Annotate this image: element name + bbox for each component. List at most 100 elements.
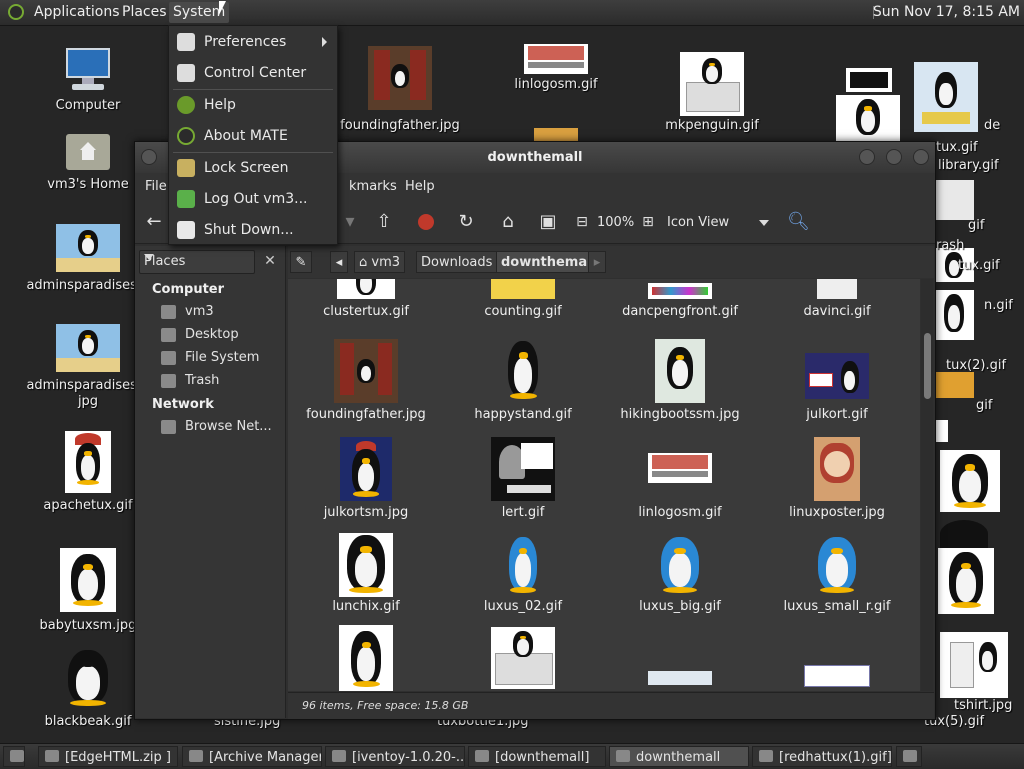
image-thumbnail[interactable] bbox=[846, 68, 892, 92]
zoom-in-icon[interactable]: ⊞ bbox=[637, 211, 659, 233]
show-desktop-button[interactable] bbox=[3, 746, 25, 767]
menu-item-about-mate[interactable]: About MATE bbox=[169, 122, 337, 150]
menu-help[interactable]: Help bbox=[405, 179, 435, 194]
desktop-label[interactable]: de bbox=[984, 118, 1000, 134]
archive-icon bbox=[332, 750, 346, 762]
applications-menu[interactable]: Applications bbox=[34, 4, 120, 20]
image-thumbnail[interactable] bbox=[934, 372, 974, 398]
task-downthemall-folder[interactable]: [downthemall] bbox=[468, 746, 606, 767]
menu-item-shut-down[interactable]: Shut Down... bbox=[169, 216, 337, 244]
file-item[interactable]: julkortsm.jpg bbox=[288, 437, 444, 520]
file-item[interactable]: julkort.gif bbox=[759, 353, 915, 422]
image-thumbnail[interactable] bbox=[940, 632, 1008, 698]
file-item[interactable]: foundingfather.jpg bbox=[288, 339, 444, 422]
places-combo[interactable]: Places bbox=[139, 250, 255, 274]
mate-logo-icon[interactable] bbox=[8, 4, 24, 20]
up-icon[interactable]: ⇧ bbox=[373, 211, 395, 233]
close-icon[interactable]: ✕ bbox=[259, 250, 281, 272]
workspace-icon bbox=[903, 750, 917, 762]
minimize-button[interactable] bbox=[859, 149, 875, 165]
file-icon-view[interactable]: clustertux.gif counting.gif dancpengfron… bbox=[288, 279, 920, 691]
file-item[interactable]: counting.gif bbox=[445, 279, 601, 319]
desktop-icon-foundingfather[interactable]: foundingfather.jpg bbox=[330, 46, 470, 134]
location-toggle-icon[interactable]: ✎ bbox=[290, 251, 312, 273]
task-archive-manager[interactable]: [Archive Manager] bbox=[182, 746, 322, 767]
desktop-label[interactable]: library.gif bbox=[938, 158, 999, 174]
file-item[interactable]: lert.gif bbox=[445, 437, 601, 520]
archive-icon bbox=[189, 750, 203, 762]
file-name: luxus_small_r.gif bbox=[783, 599, 891, 614]
chevron-down-icon[interactable]: ▾ bbox=[339, 211, 361, 233]
file-item[interactable]: luxus_small_r.gif bbox=[759, 533, 915, 614]
desktop-label[interactable]: rash bbox=[936, 238, 964, 254]
file-item[interactable]: linuxposter.jpg bbox=[759, 437, 915, 520]
image-thumbnail[interactable] bbox=[934, 290, 974, 340]
desktop-label[interactable]: n.gif bbox=[984, 298, 1013, 314]
menu-item-log-out[interactable]: Log Out vm3... bbox=[169, 185, 337, 213]
desktop-label[interactable]: gif bbox=[968, 218, 984, 234]
task-downthemall-active[interactable]: downthemall bbox=[609, 746, 749, 767]
image-thumbnail[interactable] bbox=[936, 420, 948, 442]
file-item[interactable]: clustertux.gif bbox=[288, 279, 444, 319]
menu-item-control-center[interactable]: Control Center bbox=[169, 59, 337, 87]
desktop-label[interactable]: gif bbox=[976, 398, 992, 414]
computer-icon[interactable]: ▣ bbox=[537, 211, 559, 233]
image-thumbnail[interactable] bbox=[914, 62, 978, 132]
vertical-scrollbar[interactable] bbox=[921, 279, 933, 691]
menu-item-help[interactable]: Help bbox=[169, 91, 337, 119]
logout-icon bbox=[177, 190, 195, 208]
maximize-button[interactable] bbox=[886, 149, 902, 165]
file-item[interactable]: happystand.gif bbox=[445, 339, 601, 422]
system-menu-dropdown: Preferences Control Center Help About MA… bbox=[168, 25, 338, 245]
desktop-icon-computer[interactable]: Computer bbox=[18, 46, 158, 114]
back-icon[interactable]: ← bbox=[143, 211, 165, 233]
scrollbar-thumb[interactable] bbox=[924, 333, 931, 399]
search-icon[interactable]: 🔍︎ bbox=[787, 211, 810, 233]
desktop-icon-mkpenguin[interactable]: mkpenguin.gif bbox=[642, 52, 782, 134]
file-item[interactable]: lunchix.gif bbox=[288, 533, 444, 614]
image-thumbnail[interactable] bbox=[938, 548, 994, 614]
task-redhattux[interactable]: [redhattux(1).gif] bbox=[752, 746, 892, 767]
clock[interactable]: Sun Nov 17, 8:15 AM bbox=[873, 4, 1020, 20]
sidebar-item-label: Trash bbox=[185, 373, 220, 388]
breadcrumb-downloads[interactable]: Downloads bbox=[416, 251, 498, 273]
image-thumbnail[interactable] bbox=[836, 95, 900, 143]
desktop-icon-linlogosm[interactable]: linlogosm.gif bbox=[486, 44, 626, 93]
task-edgehtml-zip[interactable]: [EdgeHTML.zip ] bbox=[38, 746, 178, 767]
zoom-out-icon[interactable]: ⊟ bbox=[571, 211, 593, 233]
chevron-down-icon[interactable] bbox=[759, 220, 769, 226]
file-item[interactable]: linlogosm.gif bbox=[602, 453, 758, 520]
desktop-label[interactable]: tux.gif bbox=[936, 140, 978, 156]
file-item[interactable] bbox=[602, 671, 758, 685]
path-right-arrow[interactable]: ▸ bbox=[588, 251, 606, 273]
desktop-label[interactable]: tux.gif bbox=[958, 258, 1000, 274]
places-menu[interactable]: Places bbox=[122, 4, 167, 20]
menu-item-preferences[interactable]: Preferences bbox=[169, 28, 337, 56]
file-item[interactable]: davinci.gif bbox=[759, 279, 915, 319]
workspace-switcher[interactable] bbox=[896, 746, 922, 767]
close-button[interactable] bbox=[913, 149, 929, 165]
task-iventoy[interactable]: [iventoy-1.0.20-... bbox=[325, 746, 465, 767]
breadcrumb-vm3[interactable]: ⌂ vm3 bbox=[354, 251, 406, 273]
menu-bookmarks[interactable]: kmarks bbox=[349, 179, 397, 194]
view-mode-select[interactable]: Icon View bbox=[667, 215, 729, 230]
reload-icon[interactable]: ↻ bbox=[455, 211, 477, 233]
image-thumbnail[interactable] bbox=[940, 520, 988, 548]
breadcrumb-downthemall[interactable]: downthemall bbox=[496, 251, 602, 273]
home-icon[interactable]: ⌂ bbox=[497, 211, 519, 233]
desktop-label[interactable]: tshirt.jpg bbox=[954, 698, 1012, 714]
file-item[interactable]: dancpengfront.gif bbox=[602, 279, 758, 319]
path-left-arrow[interactable]: ◂ bbox=[330, 251, 348, 273]
stop-icon[interactable] bbox=[415, 211, 437, 233]
file-item[interactable]: hikingbootssm.jpg bbox=[602, 339, 758, 422]
image-thumbnail[interactable] bbox=[940, 450, 1000, 512]
image-thumbnail[interactable] bbox=[934, 180, 974, 220]
file-item[interactable]: luxus_big.gif bbox=[602, 533, 758, 614]
file-item[interactable] bbox=[759, 665, 915, 687]
file-item[interactable]: luxus_02.gif bbox=[445, 533, 601, 614]
file-item[interactable] bbox=[288, 625, 444, 691]
file-item[interactable] bbox=[445, 627, 601, 689]
menu-file[interactable]: File bbox=[145, 179, 167, 194]
file-name: happystand.gif bbox=[474, 407, 572, 422]
menu-item-lock-screen[interactable]: Lock Screen bbox=[169, 154, 337, 182]
